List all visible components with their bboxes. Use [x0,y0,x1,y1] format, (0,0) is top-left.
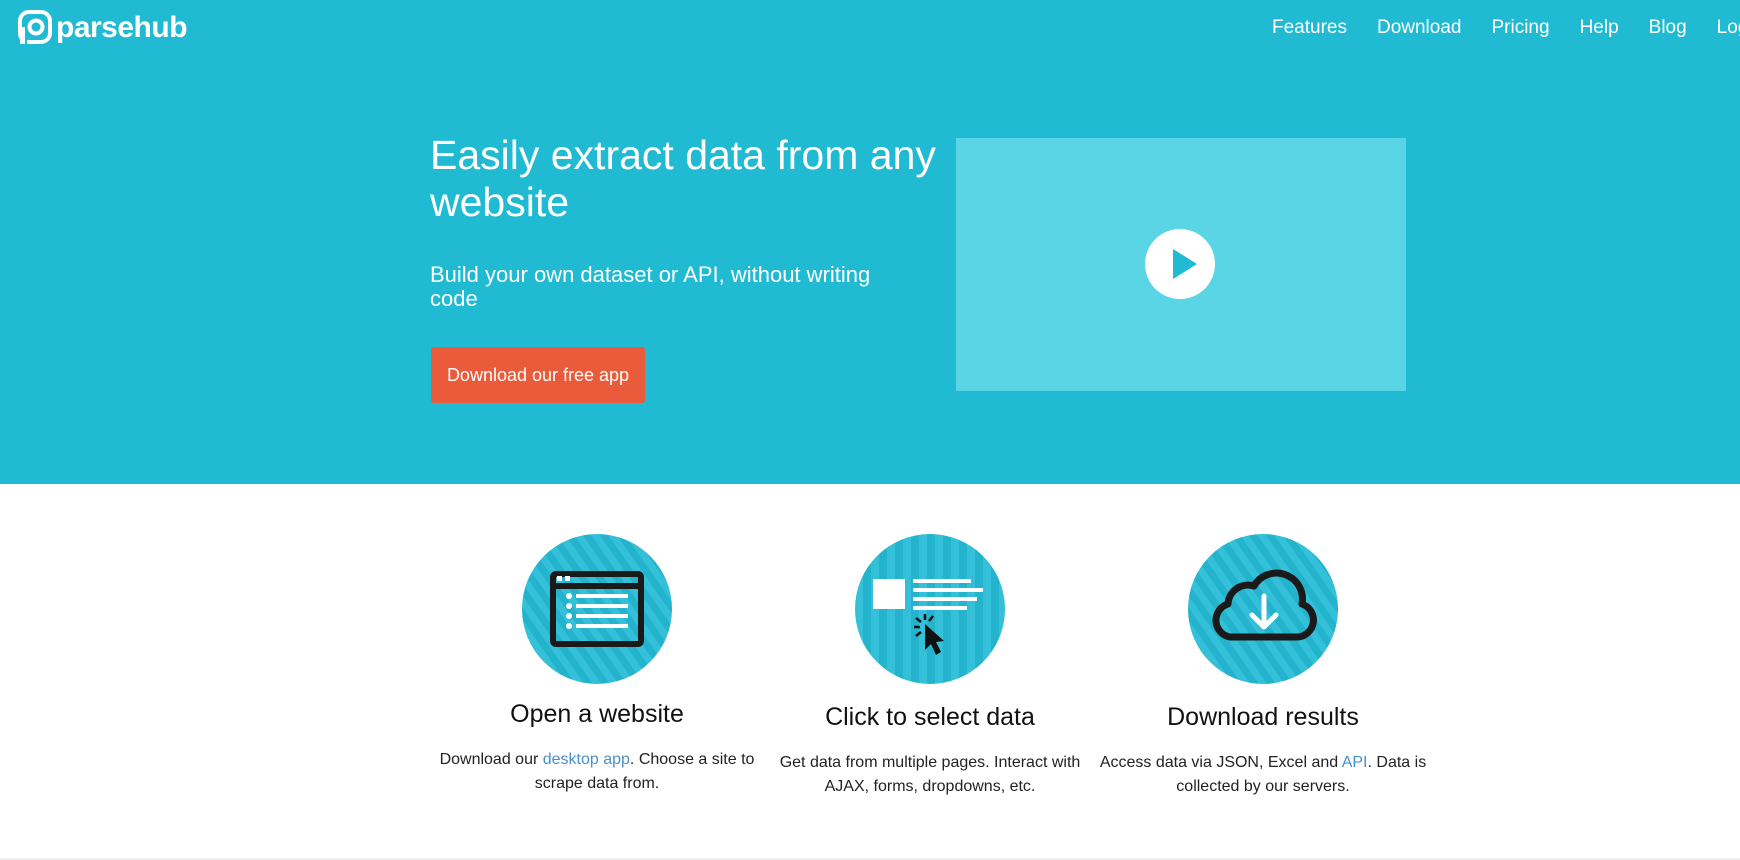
browser-window-icon [522,534,672,684]
nav-pricing[interactable]: Pricing [1491,17,1549,39]
play-button[interactable] [1145,229,1215,299]
feature-open-website: Open a website Download our desktop app.… [432,534,762,804]
parsehub-logo-icon [18,10,52,44]
nav-help[interactable]: Help [1580,17,1619,39]
click-select-icon [855,534,1005,684]
cloud-download-icon [1188,534,1338,684]
download-free-app-button[interactable]: Download our free app [431,347,645,403]
main-nav: Features Download Pricing Help Blog Log … [1272,17,1740,39]
hero-section: parsehub Features Download Pricing Help … [0,0,1740,484]
desktop-app-link[interactable]: desktop app [543,751,630,768]
nav-login[interactable]: Log i [1717,17,1740,39]
video-player[interactable] [956,138,1406,391]
feature-description: Access data via JSON, Excel and API. Dat… [1099,754,1427,795]
nav-blog[interactable]: Blog [1649,17,1687,39]
feature-download-results: Download results Access data via JSON, E… [1098,534,1428,804]
api-link[interactable]: API [1342,754,1368,771]
nav-features[interactable]: Features [1272,17,1347,39]
parsehub-logo[interactable]: parsehub [18,10,188,46]
feature-select-data: Click to select data Get data from multi… [765,534,1095,804]
play-icon [1173,249,1197,279]
logo-text: parsehub [56,11,188,44]
feature-title: Download results [1167,703,1359,731]
hero-headline: Easily extract data from any website [430,132,936,225]
hero-subheadline: Build your own dataset or API, without w… [430,262,871,311]
feature-title: Click to select data [825,703,1035,731]
feature-description: Get data from multiple pages. Interact w… [779,754,1081,795]
feature-title: Open a website [510,700,684,728]
feature-description: Download our desktop app. Choose a site … [439,751,755,792]
nav-download[interactable]: Download [1377,17,1462,39]
